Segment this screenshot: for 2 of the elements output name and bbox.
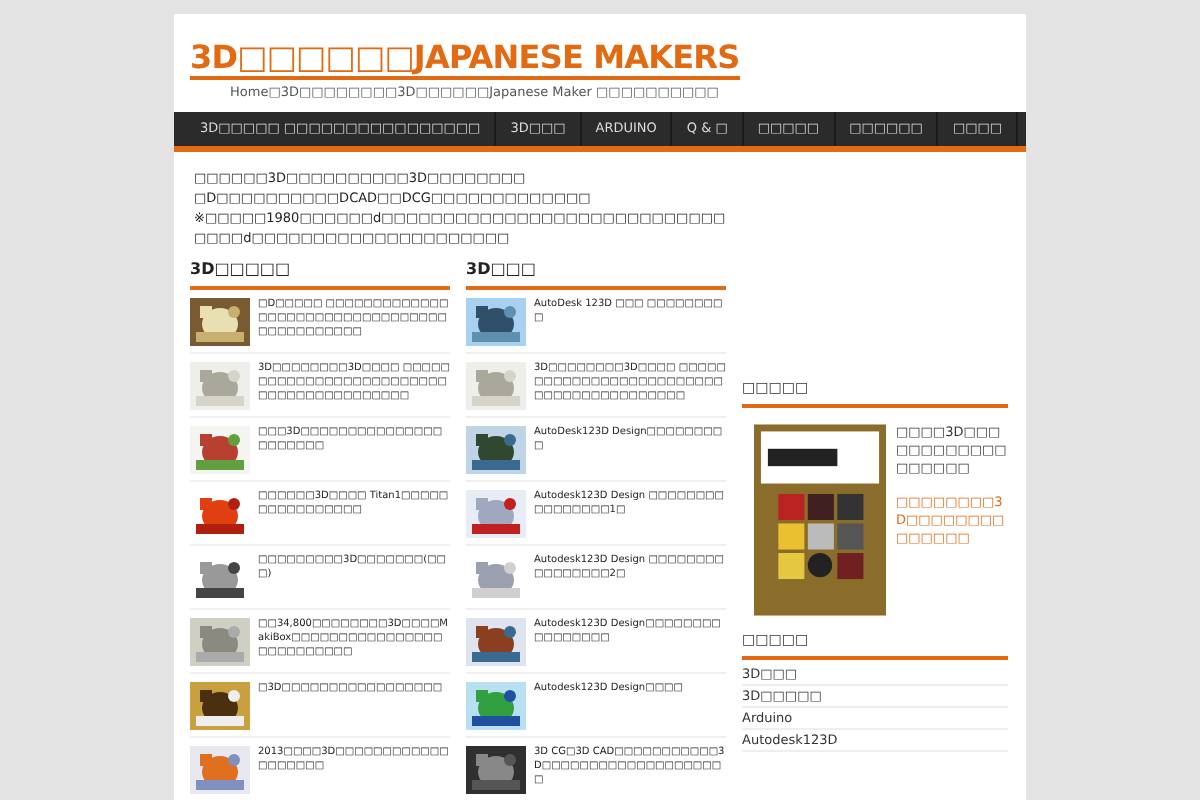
section-heading: 3D□□□□□ [190,260,450,290]
section-heading: 3D□□□ [466,260,726,290]
